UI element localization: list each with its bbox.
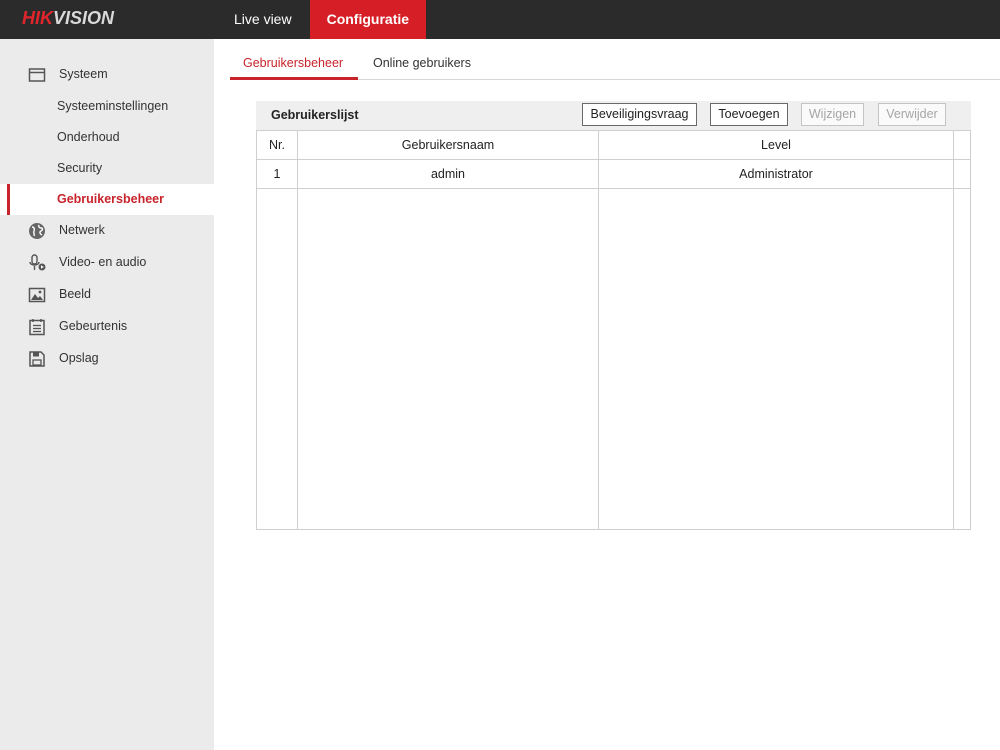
user-list-header: Gebruikerslijst Beveiligingsvraag Toevoe…	[256, 101, 971, 130]
sidebar-group-storage[interactable]: Opslag	[0, 343, 214, 375]
user-list-title: Gebruikerslijst	[271, 108, 359, 122]
globe-icon	[29, 223, 45, 239]
sidebar: Systeem Systeeminstellingen Onderhoud Se…	[0, 39, 214, 750]
sidebar-group-label: Video- en audio	[59, 255, 147, 269]
column-divider	[953, 131, 954, 529]
sidebar-group-label: Netwerk	[59, 223, 105, 237]
tab-user-management[interactable]: Gebruikersbeheer	[243, 56, 343, 70]
sidebar-group-event[interactable]: Gebeurtenis	[0, 311, 214, 343]
delete-user-button[interactable]: Verwijder	[878, 103, 946, 126]
sidebar-group-image[interactable]: Beeld	[0, 279, 214, 311]
sidebar-item-maintenance[interactable]: Onderhoud	[0, 122, 214, 153]
column-header-nr[interactable]: Nr.	[257, 131, 297, 159]
sidebar-item-user-management[interactable]: Gebruikersbeheer	[0, 184, 214, 215]
microphone-icon	[29, 254, 46, 271]
modify-user-button[interactable]: Wijzigen	[801, 103, 864, 126]
image-icon	[28, 287, 46, 303]
sidebar-item-label: Security	[57, 161, 103, 175]
sidebar-group-label: Systeem	[59, 67, 108, 81]
logo-part-vision: VISION	[53, 8, 115, 28]
column-header-username[interactable]: Gebruikersnaam	[298, 131, 598, 159]
sidebar-item-security[interactable]: Security	[0, 153, 214, 184]
security-question-button[interactable]: Beveiligingsvraag	[582, 103, 697, 126]
sidebar-group-label: Opslag	[59, 351, 99, 365]
sidebar-item-label: Systeeminstellingen	[57, 99, 169, 113]
cell-nr: 1	[273, 167, 281, 181]
top-navigation: Live view Configuratie	[216, 0, 427, 39]
sidebar-group-system[interactable]: Systeem	[0, 59, 214, 91]
nav-tab-live-view[interactable]: Live view	[216, 0, 310, 39]
save-icon	[29, 351, 45, 367]
nav-tab-configuration[interactable]: Configuratie	[309, 0, 427, 39]
window-icon	[28, 68, 46, 82]
sidebar-item-system-settings[interactable]: Systeeminstellingen	[0, 91, 214, 122]
tab-online-users[interactable]: Online gebruikers	[373, 56, 471, 70]
calendar-icon	[29, 319, 45, 336]
top-bar: HIKVISION Live view Configuratie	[0, 0, 1000, 39]
cell-username: admin	[430, 167, 466, 181]
sidebar-item-label: Onderhoud	[57, 130, 120, 144]
sidebar-group-video-audio[interactable]: Video- en audio	[0, 247, 214, 279]
sidebar-item-label: Gebruikersbeheer	[57, 192, 164, 206]
column-divider	[297, 131, 298, 529]
column-divider	[598, 131, 599, 529]
logo-part-hik: HIK	[22, 8, 53, 28]
page-tabs: Gebruikersbeheer Online gebruikers	[230, 48, 1000, 80]
sidebar-group-label: Gebeurtenis	[59, 319, 128, 333]
active-tab-indicator	[230, 77, 358, 80]
user-table: Nr. Gebruikersnaam Level 1 admin Adminis…	[256, 130, 971, 530]
add-user-button[interactable]: Toevoegen	[710, 103, 788, 126]
row-divider	[257, 188, 970, 189]
hikvision-logo: HIKVISION	[22, 8, 114, 29]
sidebar-group-network[interactable]: Netwerk	[0, 215, 214, 247]
cell-level: Administrator	[739, 167, 813, 181]
column-header-level[interactable]: Level	[599, 131, 953, 159]
sidebar-group-label: Beeld	[59, 287, 91, 301]
